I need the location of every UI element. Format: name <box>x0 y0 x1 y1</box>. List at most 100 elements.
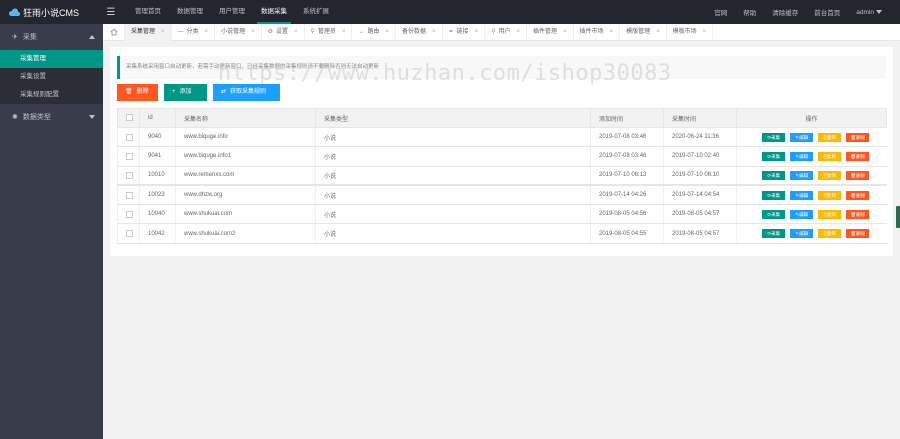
sidebar-item-collect-rules[interactable]: 采集规则配置 <box>0 86 103 104</box>
row-checkbox-cell[interactable] <box>117 127 140 148</box>
op-label: 删除 <box>856 172 866 178</box>
select-all-checkbox-cell[interactable] <box>117 108 140 128</box>
topnav-item-data[interactable]: 数据管理 <box>169 0 211 24</box>
tab-settings[interactable]: ⚙ 设置 × <box>262 23 305 41</box>
fetch-rules-button[interactable]: ⇄ 获取采集规则 <box>213 84 280 101</box>
copy-button[interactable]: ⎘复制 <box>818 209 842 219</box>
row-checkbox[interactable] <box>126 191 133 199</box>
content-card: 采集系统采用窗口自动更新，若需手动更新窗口，已经采集数据的采集规则请不要删除否则… <box>110 47 893 256</box>
tab-plugin-manage[interactable]: 插件管理 × <box>527 23 574 41</box>
close-icon[interactable]: × <box>294 24 298 41</box>
delete-button[interactable]: 🗑 删除 <box>117 84 158 101</box>
row-checkbox-cell[interactable] <box>117 204 140 225</box>
table-row: 9041 www.biquge.info1 小说 2019-07-08 03:4… <box>117 146 887 167</box>
tab-novel-manage[interactable]: 小说管理 × <box>215 23 262 41</box>
collect-button[interactable]: ⟳采集 <box>762 190 786 200</box>
row-checkbox[interactable] <box>126 152 133 160</box>
close-icon[interactable]: × <box>385 24 389 41</box>
official-site-link[interactable]: 官网 <box>706 7 735 17</box>
clear-cache-link[interactable]: 清除缓存 <box>764 7 806 17</box>
sidebar-item-collect-settings[interactable]: 采集设置 <box>0 68 103 86</box>
collect-button[interactable]: ⟳采集 <box>762 170 786 180</box>
collect-button[interactable]: ⟳采集 <box>762 209 786 219</box>
tab-category[interactable]: — 分类 × <box>172 23 216 41</box>
cell-created: 2019-08-05 04:55 <box>590 223 664 244</box>
tab-users[interactable]: ⚲ 用户 × <box>485 23 528 41</box>
menu-toggle-icon[interactable]: ☰ <box>103 7 119 18</box>
topnav-item-home[interactable]: 管理首页 <box>127 0 169 24</box>
tab-template-market[interactable]: 模板市场 × <box>667 23 714 41</box>
row-delete-button[interactable]: 🗑删除 <box>846 132 870 142</box>
close-icon[interactable]: × <box>475 24 479 41</box>
topnav-item-extend[interactable]: 系统扩展 <box>295 0 337 24</box>
app-logo[interactable]: 狂雨小说CMS <box>0 0 103 24</box>
copy-button[interactable]: ⎘复制 <box>818 132 842 142</box>
row-checkbox[interactable] <box>126 133 133 141</box>
row-checkbox-cell[interactable] <box>117 146 140 167</box>
row-delete-button[interactable]: 🗑删除 <box>846 151 870 161</box>
copy-button[interactable]: ⎘复制 <box>818 151 842 161</box>
row-checkbox-cell[interactable] <box>117 166 140 186</box>
row-delete-button[interactable]: 🗑删除 <box>846 209 870 219</box>
copy-button[interactable]: ⎘复制 <box>818 190 842 200</box>
row-checkbox[interactable] <box>126 171 133 179</box>
home-icon <box>110 28 117 36</box>
table-row: 10023 www.dhzw.org 小说 2019-07-14 04:26 2… <box>117 184 887 206</box>
row-checkbox[interactable] <box>126 230 133 238</box>
edit-button[interactable]: ✎编辑 <box>790 229 814 239</box>
tab-template-manage[interactable]: 模版管理 × <box>620 23 667 41</box>
close-icon[interactable]: × <box>703 24 707 41</box>
row-checkbox-cell[interactable] <box>117 184 140 206</box>
row-checkbox[interactable] <box>126 210 133 218</box>
topnav-item-users[interactable]: 用户管理 <box>211 0 253 24</box>
tab-route[interactable]: ↔ 路由 × <box>352 23 396 41</box>
close-icon[interactable]: × <box>656 24 660 41</box>
collect-button[interactable]: ⟳采集 <box>762 151 786 161</box>
close-icon[interactable]: × <box>161 24 165 41</box>
collect-button[interactable]: ⟳采集 <box>762 132 786 142</box>
op-label: 采集 <box>771 153 781 159</box>
collect-button[interactable]: ⟳采集 <box>762 229 786 239</box>
row-delete-button[interactable]: 🗑删除 <box>846 229 870 239</box>
cell-name: www.remenxs.com <box>175 166 316 186</box>
help-link[interactable]: 帮助 <box>735 7 764 17</box>
home-tab[interactable] <box>103 23 125 41</box>
frontend-home-link[interactable]: 前台首页 <box>806 7 848 17</box>
row-delete-button[interactable]: 🗑删除 <box>846 190 870 200</box>
edit-button[interactable]: ✎编辑 <box>790 170 814 180</box>
sidebar-item-collect-manage[interactable]: 采集管理 <box>0 50 103 68</box>
tab-label: 备份数据 <box>401 28 426 35</box>
tab-plugin-market[interactable]: 插件市场 × <box>574 23 621 41</box>
close-icon[interactable]: × <box>342 24 346 41</box>
tab-links[interactable]: ⚭ 链接 × <box>443 23 486 41</box>
sidebar-group-collect[interactable]: ✈ 采集 <box>0 24 103 50</box>
close-icon[interactable]: × <box>205 24 209 41</box>
sidebar-group-datatype[interactable]: ✺ 数据类型 <box>0 104 103 130</box>
add-button[interactable]: + 添加 <box>164 84 207 101</box>
select-all-checkbox[interactable] <box>126 114 133 122</box>
user-menu[interactable]: admin <box>848 9 890 16</box>
close-icon[interactable]: × <box>517 24 521 41</box>
tab-label: 模板市场 <box>672 28 697 35</box>
close-icon[interactable]: × <box>563 24 567 41</box>
cell-type: 小说 <box>315 146 591 167</box>
tab-backup[interactable]: 备份数据 × <box>396 23 443 41</box>
row-checkbox-cell[interactable] <box>117 223 140 244</box>
edit-button[interactable]: ✎编辑 <box>790 190 814 200</box>
chevron-down-icon <box>89 115 95 119</box>
tab-admin[interactable]: ⚲ 管理员 × <box>305 23 353 41</box>
topnav-item-collect[interactable]: 数据采集 <box>253 0 295 24</box>
tab-label: 分类 <box>186 28 199 35</box>
close-icon[interactable]: × <box>251 24 255 41</box>
close-icon[interactable]: × <box>432 24 436 41</box>
edit-button[interactable]: ✎编辑 <box>790 151 814 161</box>
copy-button[interactable]: ⎘复制 <box>818 229 842 239</box>
close-icon[interactable]: × <box>610 24 614 41</box>
copy-button[interactable]: ⎘复制 <box>818 170 842 180</box>
user-name: admin <box>856 8 874 16</box>
side-scroll-handle[interactable] <box>896 206 900 228</box>
edit-button[interactable]: ✎编辑 <box>790 209 814 219</box>
tab-collect-manage[interactable]: 采集管理 × <box>125 23 172 41</box>
edit-button[interactable]: ✎编辑 <box>790 132 814 142</box>
row-delete-button[interactable]: 🗑删除 <box>846 170 870 180</box>
